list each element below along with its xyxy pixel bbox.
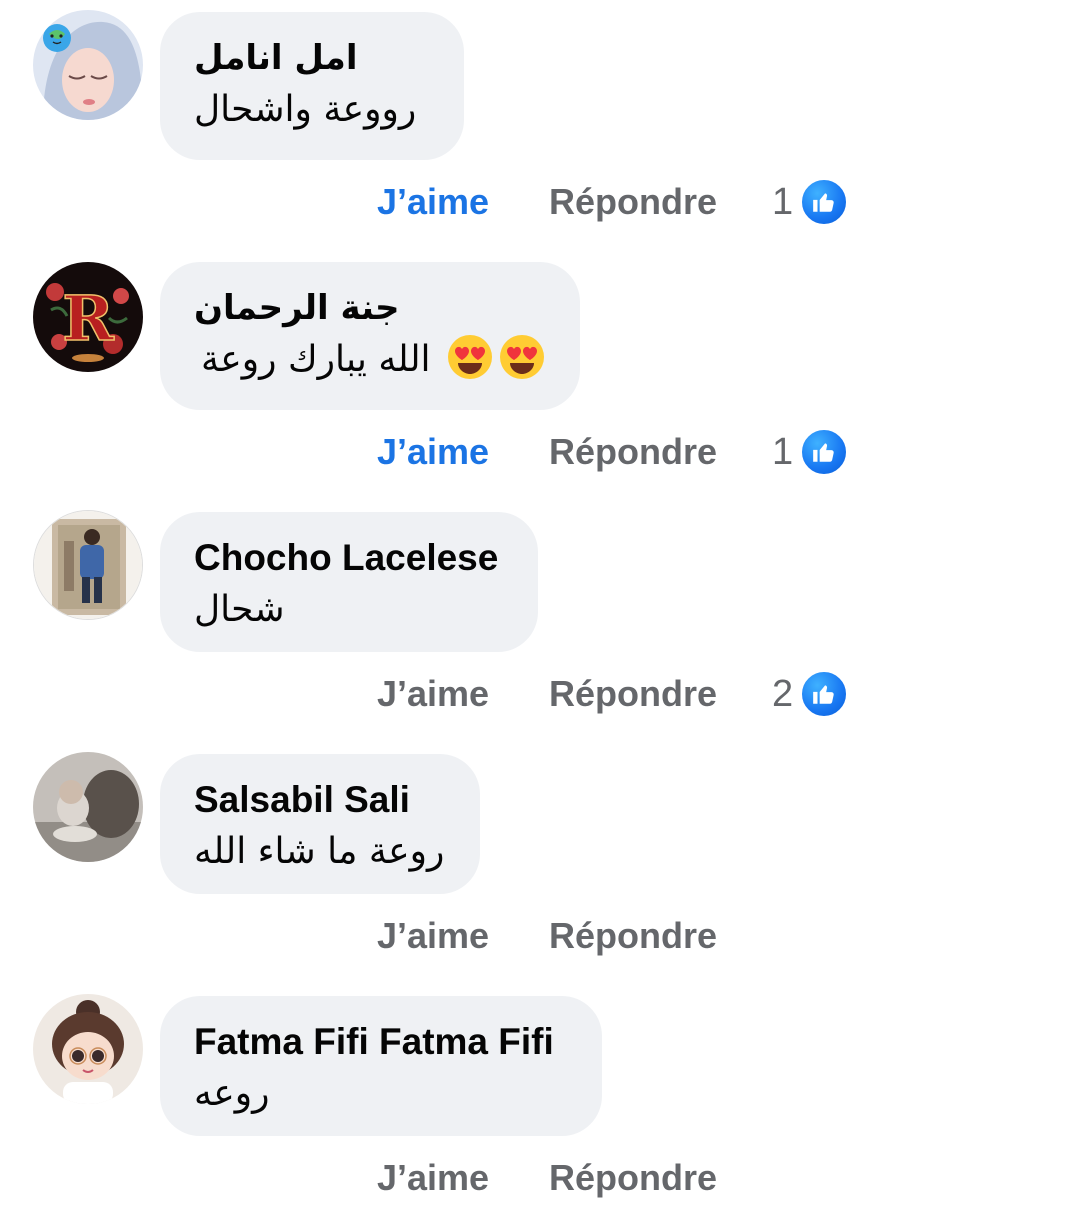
avatar[interactable] bbox=[33, 10, 143, 120]
comment-author[interactable]: Salsabil Sali bbox=[194, 776, 446, 824]
comment-actions: J’aime Répondre 2 bbox=[0, 664, 1080, 724]
comment-text: روعه bbox=[194, 1073, 270, 1114]
reply-button[interactable]: Répondre bbox=[549, 664, 717, 724]
comment-bubble: Salsabil Sali روعة ما شاء الله bbox=[160, 754, 480, 894]
heart-eyes-emoji-icon bbox=[498, 333, 546, 381]
avatar-letter-r-roses-icon: R bbox=[33, 262, 143, 372]
like-button[interactable]: J’aime bbox=[377, 906, 489, 966]
comment-author[interactable]: Chocho Lacelese bbox=[194, 534, 504, 582]
comment-bubble: جنة الرحمان الله يبارك روعة bbox=[160, 262, 580, 410]
reaction-count: 2 bbox=[772, 673, 794, 715]
avatar[interactable] bbox=[33, 994, 143, 1104]
reaction-summary[interactable]: 1 bbox=[772, 172, 850, 232]
reply-button[interactable]: Répondre bbox=[549, 1148, 717, 1208]
like-icon bbox=[799, 177, 850, 227]
avatar[interactable]: R bbox=[33, 262, 143, 372]
comment-text: شحال bbox=[194, 589, 285, 630]
comment-actions: J’aime Répondre bbox=[0, 1148, 1080, 1208]
reaction-summary[interactable]: 1 bbox=[772, 422, 850, 482]
comment-actions: J’aime Répondre bbox=[0, 906, 1080, 966]
heart-eyes-emoji-icon bbox=[446, 333, 494, 381]
comment-text-body: الله يبارك روعة bbox=[201, 339, 431, 380]
comment-author[interactable]: Fatma Fifi Fatma Fifi bbox=[194, 1018, 568, 1066]
comment-text: رووعة واشحال bbox=[194, 89, 417, 130]
comment-author[interactable]: جنة الرحمان bbox=[194, 284, 546, 332]
avatar-baby-photo-icon bbox=[33, 752, 143, 862]
avatar[interactable] bbox=[33, 752, 143, 862]
comment-author[interactable]: امل انامل bbox=[194, 34, 430, 82]
comment-bubble: امل انامل رووعة واشحال bbox=[160, 12, 464, 160]
comment-actions: J’aime Répondre 1 bbox=[0, 422, 1080, 482]
avatar-person-photo-icon bbox=[34, 511, 142, 619]
avatar-cartoon-girl-icon bbox=[33, 994, 143, 1104]
reply-button[interactable]: Répondre bbox=[549, 906, 717, 966]
comment-text: الله يبارك روعة bbox=[194, 332, 546, 388]
reaction-count: 1 bbox=[772, 181, 794, 223]
like-button[interactable]: J’aime bbox=[377, 172, 489, 232]
like-icon bbox=[799, 427, 850, 477]
svg-text:R: R bbox=[62, 282, 114, 355]
like-button[interactable]: J’aime bbox=[377, 1148, 489, 1208]
like-button[interactable]: J’aime bbox=[377, 422, 489, 482]
like-button[interactable]: J’aime bbox=[377, 664, 489, 724]
comment-text: روعة ما شاء الله bbox=[194, 831, 445, 872]
reaction-summary[interactable]: 2 bbox=[772, 664, 850, 724]
avatar[interactable] bbox=[33, 510, 143, 620]
like-icon bbox=[799, 669, 850, 719]
reply-button[interactable]: Répondre bbox=[549, 422, 717, 482]
comment-actions: J’aime Répondre 1 bbox=[0, 172, 1080, 232]
reaction-count: 1 bbox=[772, 431, 794, 473]
reply-button[interactable]: Répondre bbox=[549, 172, 717, 232]
comment-bubble: Fatma Fifi Fatma Fifi روعه bbox=[160, 996, 602, 1136]
avatar-girl-hijab-icon bbox=[33, 10, 143, 120]
comment-bubble: Chocho Lacelese شحال bbox=[160, 512, 538, 652]
